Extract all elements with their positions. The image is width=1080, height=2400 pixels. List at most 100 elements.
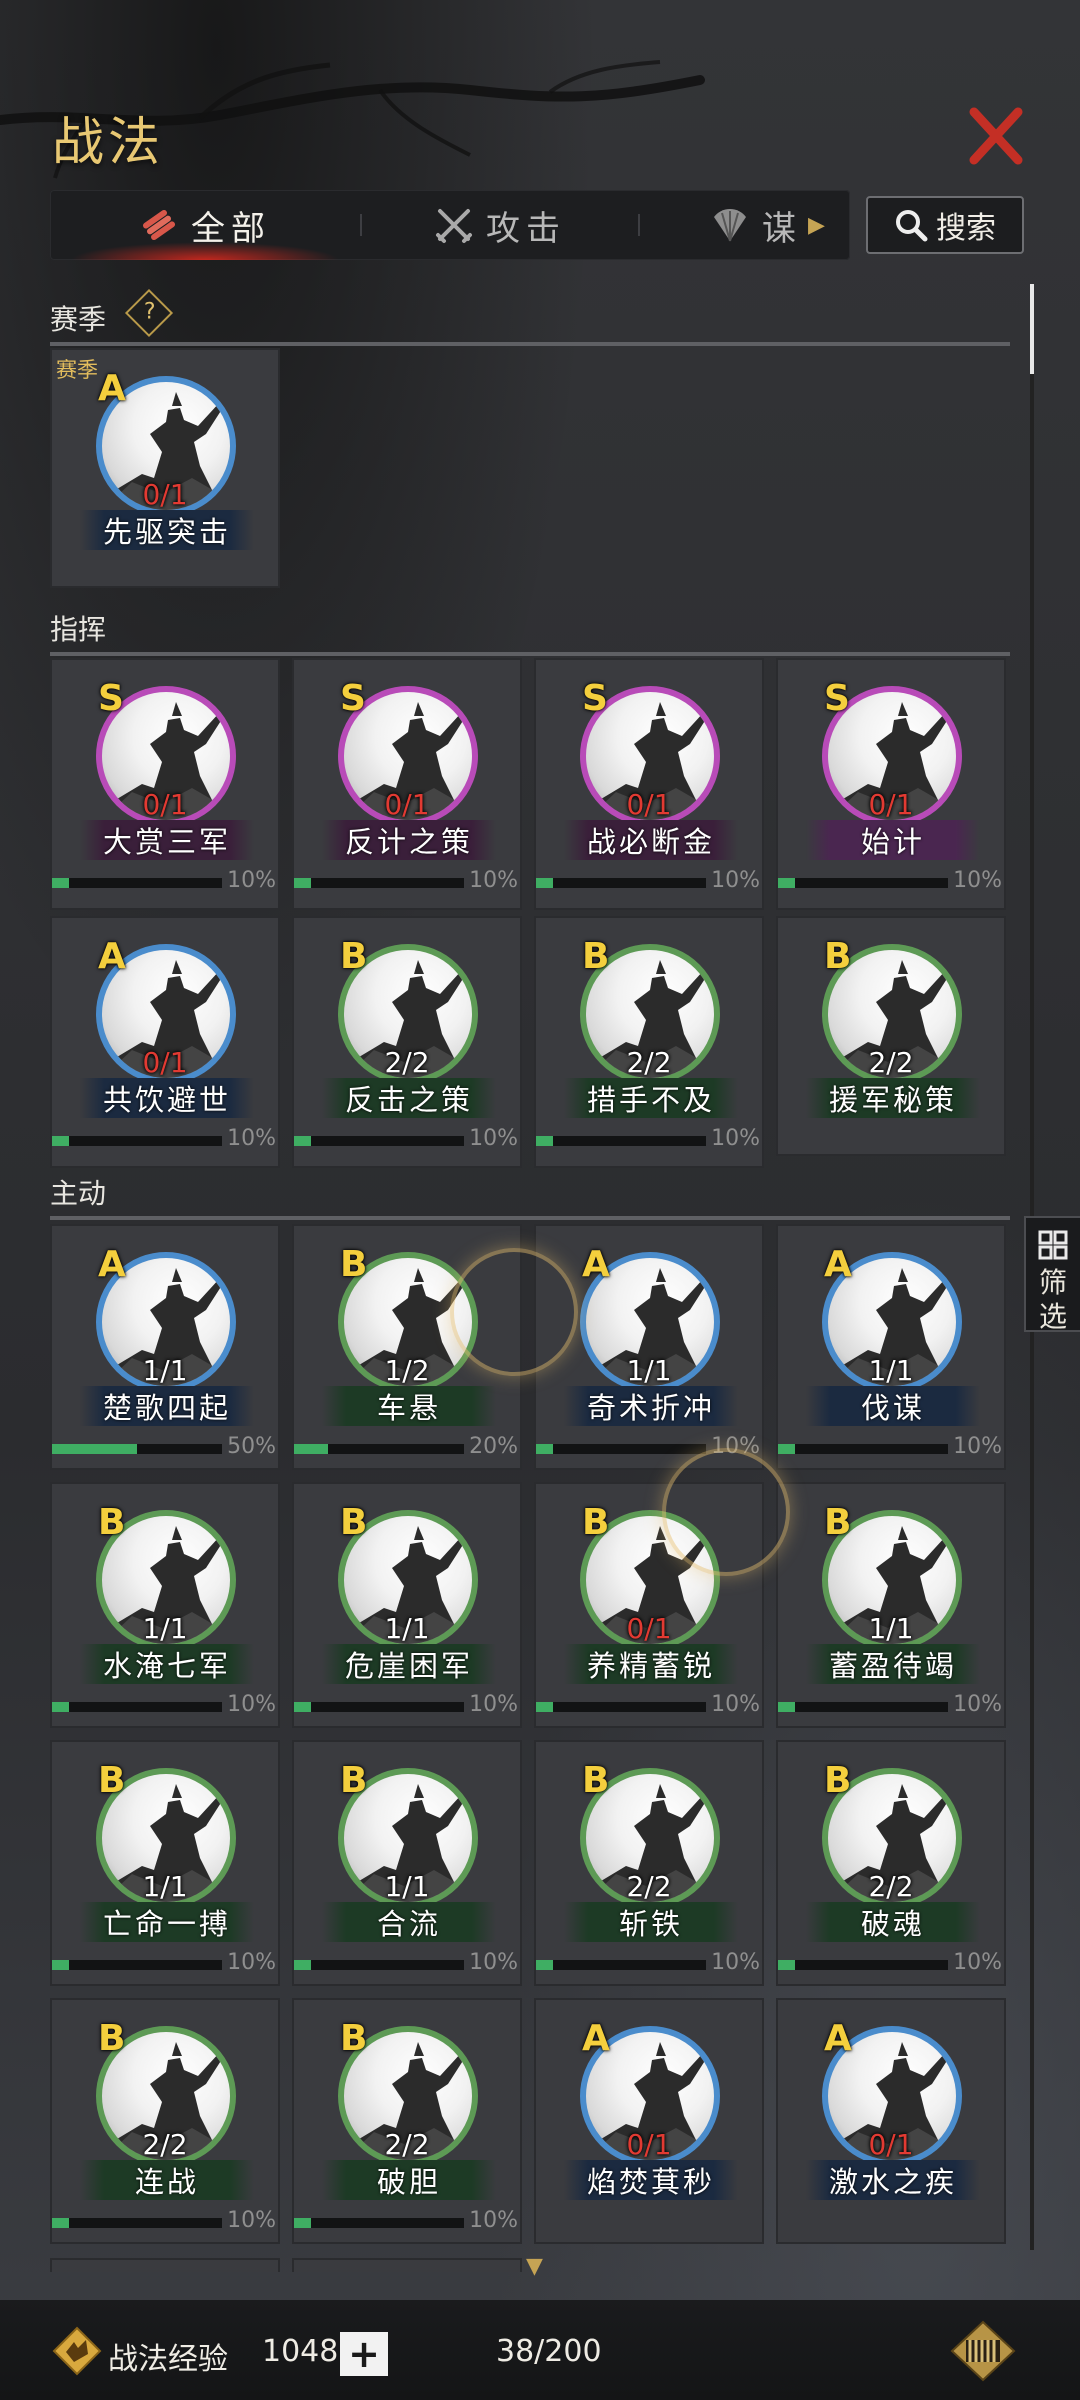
skill-card[interactable]: B 1/1 水淹七军 10% bbox=[50, 1482, 280, 1728]
progress-fill bbox=[294, 1444, 328, 1454]
tab-all[interactable]: 全部 bbox=[50, 190, 360, 260]
skill-count: 1/1 bbox=[868, 1354, 914, 1387]
skill-name: 蓄盈待竭 bbox=[806, 1644, 980, 1684]
progress-bar bbox=[294, 1136, 464, 1146]
skill-card[interactable]: A 0/1 焰焚萁秒 bbox=[534, 1998, 764, 2244]
progress-percent: 10% bbox=[469, 868, 518, 893]
progress-fill bbox=[778, 1444, 795, 1454]
skill-count: 1/1 bbox=[384, 1612, 430, 1645]
progress-percent: 10% bbox=[227, 868, 276, 893]
progress-percent: 10% bbox=[469, 2208, 518, 2233]
skill-name: 养精蓄锐 bbox=[564, 1644, 738, 1684]
progress-fill bbox=[294, 878, 311, 888]
progress-bar bbox=[536, 878, 706, 888]
skill-card[interactable]: B 1/1 蓄盈待竭 10% bbox=[776, 1482, 1006, 1728]
search-button[interactable]: 搜索 bbox=[866, 196, 1024, 254]
progress-bar bbox=[294, 1960, 464, 1970]
skill-count: 1/1 bbox=[868, 1612, 914, 1645]
grade-badge: S bbox=[582, 678, 608, 719]
close-icon[interactable] bbox=[964, 104, 1028, 168]
skill-card[interactable]: S 0/1 始计 10% bbox=[776, 658, 1006, 910]
skill-name: 破胆 bbox=[322, 2160, 496, 2200]
skill-card[interactable]: B 2/2 援军秘策 bbox=[776, 916, 1006, 1156]
progress-percent: 10% bbox=[953, 1434, 1002, 1459]
grade-badge: A bbox=[582, 2018, 610, 2059]
skill-card[interactable]: S 0/1 反计之策 10% bbox=[292, 658, 522, 910]
filter-button[interactable]: 筛选 bbox=[1024, 1216, 1080, 1333]
skill-card[interactable]: B 2/2 反击之策 10% bbox=[292, 916, 522, 1168]
progress-fill bbox=[294, 1702, 311, 1712]
progress-bar bbox=[778, 1960, 948, 1970]
progress-percent: 10% bbox=[711, 1950, 760, 1975]
skill-count: 1/1 bbox=[142, 1612, 188, 1645]
skill-name: 亡命一搏 bbox=[80, 1902, 254, 1942]
progress-fill bbox=[52, 878, 69, 888]
progress-bar bbox=[52, 1702, 222, 1712]
skill-card[interactable]: B 2/2 连战 10% bbox=[50, 1998, 280, 2244]
skill-card-partial[interactable] bbox=[292, 2258, 522, 2272]
progress-bar bbox=[294, 1702, 464, 1712]
skill-count: 2/2 bbox=[868, 1870, 914, 1903]
skill-card[interactable]: A 1/1 奇术折冲 10% bbox=[534, 1224, 764, 1470]
grid-filter-icon bbox=[1038, 1230, 1068, 1260]
skill-count: 2/2 bbox=[626, 1046, 672, 1079]
skill-card-season[interactable]: 赛季 A 0/1 先驱突击 bbox=[50, 348, 280, 588]
skill-name: 奇术折冲 bbox=[564, 1386, 738, 1426]
tab-attack[interactable]: 攻击 bbox=[362, 190, 638, 260]
section-title: 赛季 bbox=[50, 303, 107, 336]
skill-count: 0/1 bbox=[384, 788, 430, 821]
scroll-bag-icon[interactable] bbox=[950, 2320, 1016, 2382]
skill-card[interactable]: A 1/1 楚歌四起 50% bbox=[50, 1224, 280, 1470]
skill-card[interactable]: B 0/1 养精蓄锐 10% bbox=[534, 1482, 764, 1728]
skill-card[interactable]: B 1/2 车悬 20% bbox=[292, 1224, 522, 1470]
skill-card[interactable]: B 2/2 措手不及 10% bbox=[534, 916, 764, 1168]
progress-percent: 10% bbox=[711, 868, 760, 893]
skill-count: 0/1 bbox=[142, 1046, 188, 1079]
skill-card[interactable]: B 2/2 斩铁 10% bbox=[534, 1740, 764, 1986]
skill-card[interactable]: S 0/1 大赏三军 10% bbox=[50, 658, 280, 910]
tab-bar: 全部 攻击 谋 ▶ bbox=[50, 190, 850, 260]
progress-bar bbox=[778, 1444, 948, 1454]
page-title: 战法 bbox=[52, 113, 165, 173]
skill-card-partial[interactable] bbox=[50, 2258, 280, 2272]
skill-exp-icon bbox=[52, 2326, 102, 2376]
skill-card[interactable]: B 2/2 破胆 10% bbox=[292, 1998, 522, 2244]
grade-badge: B bbox=[98, 1760, 126, 1801]
skill-card[interactable]: A 0/1 激水之疾 bbox=[776, 1998, 1006, 2244]
grade-badge: A bbox=[98, 1244, 126, 1285]
skill-card[interactable]: A 1/1 伐谋 10% bbox=[776, 1224, 1006, 1470]
skill-card[interactable]: B 1/1 亡命一搏 10% bbox=[50, 1740, 280, 1986]
grade-badge: A bbox=[582, 1244, 610, 1285]
progress-percent: 10% bbox=[469, 1950, 518, 1975]
skill-count: 2/2 bbox=[384, 1046, 430, 1079]
scroll-bundle-icon bbox=[139, 205, 179, 245]
tab-strategy[interactable]: 谋 ▶ bbox=[640, 190, 850, 260]
section-header-season: 赛季 ? bbox=[50, 288, 1010, 346]
scrollbar-thumb[interactable] bbox=[1030, 284, 1034, 374]
grade-badge: B bbox=[340, 936, 368, 977]
crossed-swords-icon bbox=[434, 205, 474, 245]
progress-bar bbox=[294, 878, 464, 888]
section-title: 主动 bbox=[50, 1177, 107, 1210]
skill-name: 水淹七军 bbox=[80, 1644, 254, 1684]
progress-fill bbox=[52, 1136, 69, 1146]
progress-fill bbox=[536, 1444, 553, 1454]
skill-card[interactable]: S 0/1 战必断金 10% bbox=[534, 658, 764, 910]
progress-fill bbox=[52, 1960, 69, 1970]
grade-badge: B bbox=[582, 936, 610, 977]
progress-fill bbox=[536, 1702, 553, 1712]
add-exp-button[interactable]: + bbox=[340, 2332, 388, 2376]
skill-name: 车悬 bbox=[322, 1386, 496, 1426]
progress-fill bbox=[52, 1444, 137, 1454]
grade-badge: A bbox=[824, 2018, 852, 2059]
skill-card[interactable]: B 2/2 破魂 10% bbox=[776, 1740, 1006, 1986]
skill-card[interactable]: B 1/1 合流 10% bbox=[292, 1740, 522, 1986]
skill-card[interactable]: B 1/1 危崖困军 10% bbox=[292, 1482, 522, 1728]
progress-percent: 10% bbox=[227, 1692, 276, 1717]
grade-badge: B bbox=[340, 2018, 368, 2059]
skill-card[interactable]: A 0/1 共饮避世 10% bbox=[50, 916, 280, 1168]
skill-count: 0/1 bbox=[868, 788, 914, 821]
progress-fill bbox=[536, 1136, 553, 1146]
tab-scroll-right-icon[interactable]: ▶ bbox=[808, 213, 831, 238]
grade-badge: S bbox=[824, 678, 850, 719]
